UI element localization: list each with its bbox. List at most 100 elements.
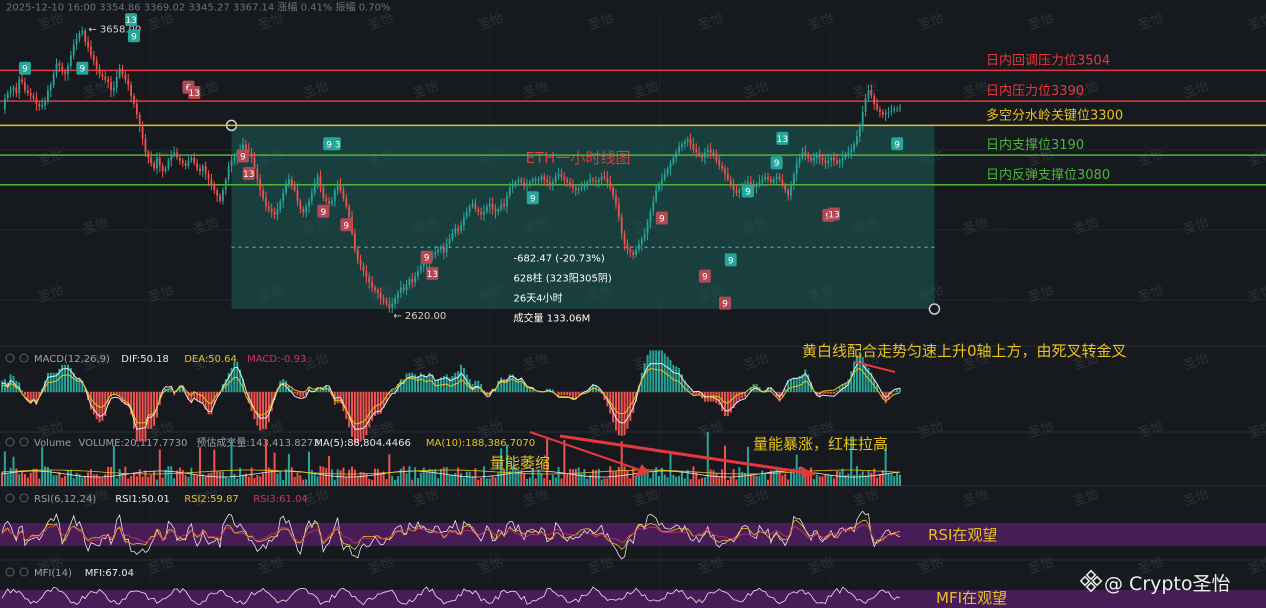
macd-histogram-bar <box>833 392 836 394</box>
td-marker-label: 9 <box>131 32 137 42</box>
volume-bar <box>198 447 201 486</box>
volume-bar <box>3 451 6 486</box>
candle-body <box>726 174 729 180</box>
volume-bar <box>841 468 844 486</box>
candle-body <box>434 252 437 255</box>
volume-bar <box>873 468 876 486</box>
macd-histogram-bar <box>789 379 792 392</box>
volume-bar <box>362 472 365 486</box>
candle-body <box>388 303 391 308</box>
candle-body <box>508 187 511 196</box>
volume-bar <box>299 475 302 486</box>
volume-bar <box>890 474 893 486</box>
candle-body <box>397 292 399 299</box>
candle-body <box>640 238 643 245</box>
candle-body <box>9 90 12 93</box>
candle-body <box>279 201 282 210</box>
volume-bar <box>115 478 118 486</box>
candle-body <box>328 201 330 204</box>
candle-body <box>517 179 520 183</box>
candle-body <box>144 138 147 153</box>
macd-histogram-bar <box>302 392 305 397</box>
volume-bar <box>339 470 342 486</box>
candle-body <box>81 30 84 34</box>
volume-bar <box>715 473 718 486</box>
pane-header-item: MFI:67.04 <box>85 568 134 579</box>
candle-body <box>597 179 600 183</box>
volume-bar <box>72 478 75 486</box>
candle-body <box>675 152 678 158</box>
macd-histogram-bar <box>643 363 646 392</box>
volume-bar <box>210 472 213 486</box>
candle-body <box>44 101 46 106</box>
candle-body <box>138 114 141 126</box>
volume-bar <box>896 471 899 486</box>
candle-body <box>847 152 850 156</box>
volume-bar <box>640 474 643 486</box>
volume-bar <box>144 470 147 486</box>
candle-body <box>592 179 594 181</box>
macd-histogram-bar <box>893 391 896 392</box>
candle-body <box>414 276 417 282</box>
volume-bar <box>414 467 417 486</box>
candle-body <box>861 111 864 126</box>
volume-bar <box>167 466 170 486</box>
candle-body <box>787 190 790 196</box>
candle-body <box>299 201 302 210</box>
candle-body <box>718 160 721 166</box>
macd-histogram-bar <box>359 392 362 442</box>
macd-histogram-bar <box>735 392 738 404</box>
candle-body <box>75 39 78 45</box>
pane-header-item: MACD:-0.93 <box>247 354 306 365</box>
volume-bar <box>781 475 784 486</box>
candle-body <box>632 252 635 255</box>
level-label: 日内压力位3390 <box>986 83 1084 99</box>
volume-bar <box>58 472 61 486</box>
candle-body <box>158 157 161 166</box>
volume-bar <box>75 472 78 486</box>
eth-chart[interactable]: 圣怡 圣怡 圣怡 圣怡 圣怡 圣怡 圣怡 圣怡 圣怡 圣怡 圣怡 圣怡圣怡 圣怡 圣怡 圣怡 圣怡 圣怡 圣怡 圣怡… <box>0 0 1266 608</box>
volume-bar <box>118 468 121 486</box>
volume-bar <box>52 475 55 486</box>
candle-body <box>580 187 583 189</box>
volume-bar <box>41 446 44 486</box>
volume-bar <box>153 471 156 486</box>
macd-histogram-bar <box>282 379 285 392</box>
volume-bar <box>812 479 815 486</box>
volume-bar <box>701 477 704 486</box>
candle-body <box>339 184 342 191</box>
volume-bar <box>256 475 259 486</box>
candle-body <box>706 149 709 153</box>
candle-body <box>3 98 6 110</box>
volume-bar <box>112 445 115 486</box>
macd-histogram-bar <box>678 368 681 392</box>
measure-handle-end[interactable] <box>928 303 941 315</box>
macd-histogram-bar <box>655 350 658 392</box>
volume-bar <box>388 454 391 486</box>
volume-bar <box>150 474 153 486</box>
volume-bar <box>64 475 67 486</box>
volume-bar <box>833 478 836 486</box>
candle-body <box>801 152 804 158</box>
candle-body <box>333 190 336 201</box>
candle-body <box>64 71 67 75</box>
volume-bar <box>417 477 420 486</box>
macd-histogram-bar <box>454 372 457 392</box>
volume-bar <box>276 473 279 486</box>
candle-body <box>161 165 164 172</box>
candle-body <box>92 55 95 61</box>
macd-histogram-bar <box>861 356 864 392</box>
candle-body <box>554 176 557 183</box>
candle-body <box>821 157 824 161</box>
volume-bar <box>69 469 72 486</box>
volume-bar <box>482 466 485 486</box>
volume-bar <box>597 468 600 486</box>
candle-body <box>78 33 81 39</box>
candle-body <box>686 138 689 142</box>
volume-bar <box>855 466 858 486</box>
candle-body <box>244 144 247 150</box>
pane-header-item: MA(10):188,386.7070 <box>426 438 535 449</box>
candle-body <box>749 182 752 185</box>
candle-body <box>391 303 394 308</box>
volume-bar <box>121 473 124 486</box>
